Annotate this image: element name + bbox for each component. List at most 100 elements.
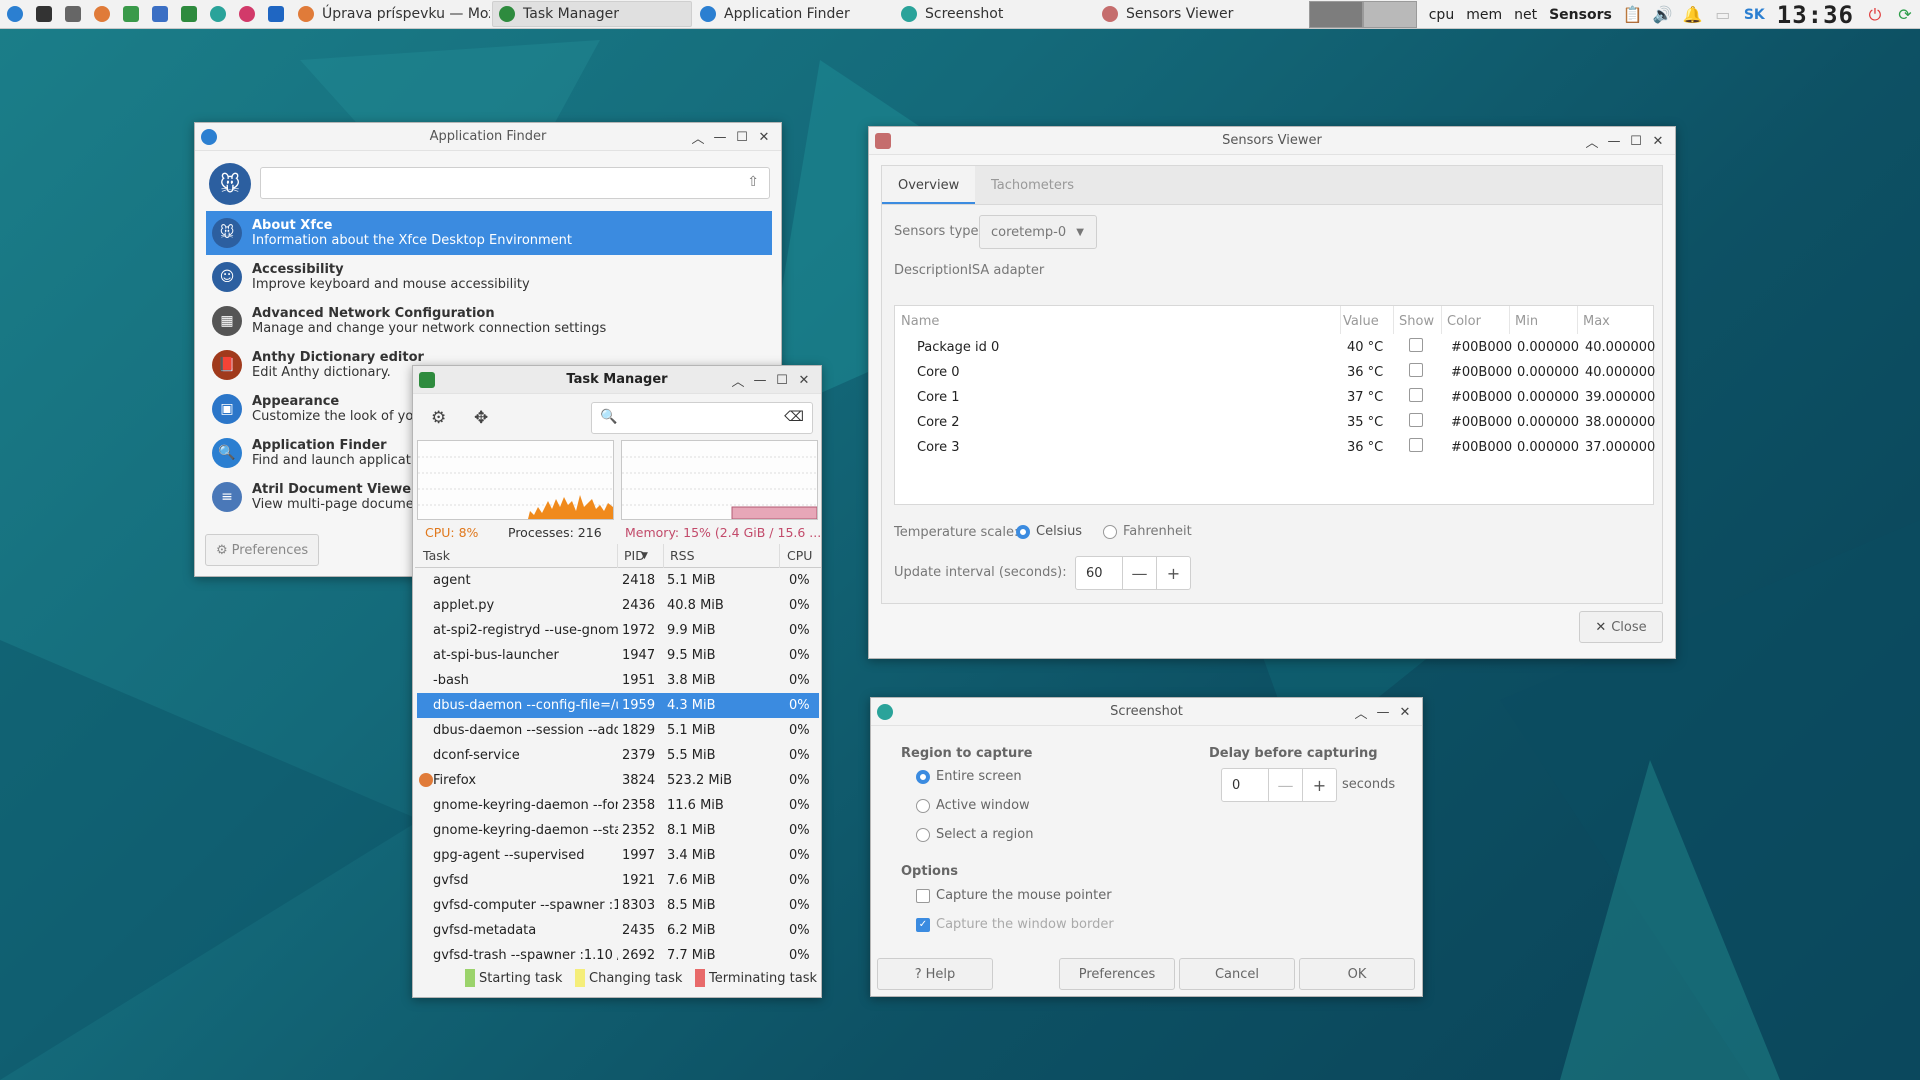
delay-spinner[interactable]: 0 — +: [1221, 768, 1337, 802]
table-row[interactable]: Core 0 36 °C #00B000 0.000000 40.000000: [895, 361, 1655, 386]
maximize-button[interactable]: ☐: [771, 370, 793, 390]
show-checkbox[interactable]: [1409, 338, 1423, 356]
record-launcher[interactable]: [235, 3, 259, 25]
terminal-launcher[interactable]: [32, 3, 56, 25]
update-icon[interactable]: ⟳: [1896, 5, 1914, 24]
task-manager-launcher[interactable]: [177, 3, 201, 25]
crosshair-icon[interactable]: ✥: [474, 408, 488, 428]
close-button[interactable]: ✕: [753, 127, 775, 147]
capture-border-indicator[interactable]: ✓: [916, 917, 930, 932]
table-row[interactable]: agent 2418 5.1 MiB 0%: [417, 568, 819, 593]
close-button[interactable]: ✕: [1394, 702, 1416, 722]
col-color-header[interactable]: Color: [1447, 314, 1481, 329]
taskmgr-titlebar[interactable]: Task Manager ︿ — ☐ ✕: [413, 366, 821, 394]
shade-button[interactable]: ︿: [1350, 702, 1372, 722]
mem-monitor-label[interactable]: mem: [1466, 7, 1502, 23]
close-button[interactable]: ✕: [793, 370, 815, 390]
show-checkbox[interactable]: [1409, 438, 1423, 456]
table-row[interactable]: Package id 0 40 °C #00B000 0.000000 40.00000…: [895, 336, 1655, 361]
table-row[interactable]: Firefox 3824 523.2 MiB 0%: [417, 768, 819, 793]
taskbar-window-button[interactable]: Úprava príspevku — Mozil...: [291, 1, 491, 27]
shade-button[interactable]: ︿: [687, 127, 709, 147]
help-button[interactable]: ? Help: [877, 958, 993, 990]
table-row[interactable]: Core 2 35 °C #00B000 0.000000 38.000000: [895, 411, 1655, 436]
col-value-header[interactable]: Value: [1343, 314, 1379, 329]
capture-border-checkbox[interactable]: ✓ Capture the window border: [916, 917, 1114, 932]
col-task-header[interactable]: Task: [423, 548, 450, 563]
show-checkbox-indicator[interactable]: [1409, 388, 1423, 402]
sensors-type-select[interactable]: coretemp-0 ▼: [979, 215, 1097, 249]
col-show-header[interactable]: Show: [1399, 314, 1434, 329]
taskbar-window-button[interactable]: Sensors Viewer: [1095, 1, 1295, 27]
table-row[interactable]: dconf-service 2379 5.5 MiB 0%: [417, 743, 819, 768]
minimize-button[interactable]: —: [1372, 702, 1394, 722]
col-min-header[interactable]: Min: [1515, 314, 1538, 329]
message-icon[interactable]: ▭: [1714, 5, 1732, 24]
col-rss-header[interactable]: RSS: [670, 548, 695, 563]
capture-pointer-indicator[interactable]: [916, 888, 930, 903]
task-search-input[interactable]: 🔍 ⌫: [591, 402, 813, 434]
show-checkbox[interactable]: [1409, 363, 1423, 381]
minimize-button[interactable]: —: [1603, 131, 1625, 151]
whisker-menu-launcher[interactable]: [3, 3, 27, 25]
table-row[interactable]: gvfsd 1921 7.6 MiB 0%: [417, 868, 819, 893]
fahrenheit-radio[interactable]: Fahrenheit: [1103, 524, 1192, 539]
table-row[interactable]: at-spi2-registryd --use-gnome-ses... 1972…: [417, 618, 819, 643]
volume-icon[interactable]: 🔊: [1653, 5, 1673, 24]
table-row[interactable]: gnome-keyring-daemon --start --f... 2352 8…: [417, 818, 819, 843]
taskbar-window-button[interactable]: Screenshot: [894, 1, 1094, 27]
minimize-button[interactable]: —: [709, 127, 731, 147]
workspace-2[interactable]: [1362, 1, 1417, 28]
appfinder-search-input[interactable]: ⇧: [260, 167, 770, 199]
celsius-radio-indicator[interactable]: [1016, 524, 1030, 539]
keyboard-layout-indicator[interactable]: SK: [1744, 7, 1765, 23]
increment-button[interactable]: +: [1156, 557, 1190, 589]
screenshot-titlebar[interactable]: Screenshot ︿ — ✕: [871, 698, 1422, 726]
entire-screen-indicator[interactable]: [916, 769, 930, 784]
update-interval-spinner[interactable]: 60 — +: [1075, 556, 1191, 590]
active-window-indicator[interactable]: [916, 798, 930, 813]
workspace-1[interactable]: [1308, 1, 1363, 28]
expand-arrow-icon[interactable]: ⇧: [747, 174, 759, 190]
show-checkbox-indicator[interactable]: [1409, 363, 1423, 377]
app-list-item[interactable]: ▦ Advanced Network Configuration Manage an…: [206, 299, 772, 343]
appfinder-titlebar[interactable]: Application Finder ︿ — ☐ ✕: [195, 123, 781, 151]
app-list-item[interactable]: ☺ Accessibility Improve keyboard and mouse…: [206, 255, 772, 299]
table-row[interactable]: Core 3 36 °C #00B000 0.000000 37.000000: [895, 436, 1655, 461]
select-region-indicator[interactable]: [916, 827, 930, 842]
preferences-button[interactable]: Preferences: [1059, 958, 1175, 990]
maximize-button[interactable]: ☐: [1625, 131, 1647, 151]
entire-screen-radio[interactable]: Entire screen: [916, 769, 1022, 784]
shade-button[interactable]: ︿: [1581, 131, 1603, 151]
table-row[interactable]: applet.py 2436 40.8 MiB 0%: [417, 593, 819, 618]
tab-overview[interactable]: Overview: [882, 166, 976, 205]
maximize-button[interactable]: ☐: [731, 127, 753, 147]
decrement-button[interactable]: —: [1268, 769, 1302, 801]
net-monitor-label[interactable]: net: [1514, 7, 1537, 23]
decrement-button[interactable]: —: [1122, 557, 1156, 589]
col-name-header[interactable]: Name: [901, 314, 939, 329]
table-row[interactable]: at-spi-bus-launcher 1947 9.5 MiB 0%: [417, 643, 819, 668]
ok-button[interactable]: OK: [1299, 958, 1415, 990]
table-row[interactable]: gvfsd-computer --spawner :1.10 /... 8303 8…: [417, 893, 819, 918]
show-checkbox[interactable]: [1409, 413, 1423, 431]
capture-pointer-checkbox[interactable]: Capture the mouse pointer: [916, 888, 1112, 903]
desktop-launcher[interactable]: [264, 3, 288, 25]
close-dialog-button[interactable]: ✕ Close: [1579, 611, 1663, 643]
table-row[interactable]: -bash 1951 3.8 MiB 0%: [417, 668, 819, 693]
workspace-switcher[interactable]: [1308, 1, 1417, 28]
show-checkbox[interactable]: [1409, 388, 1423, 406]
table-row[interactable]: gvfsd-metadata 2435 6.2 MiB 0%: [417, 918, 819, 943]
show-checkbox-indicator[interactable]: [1409, 438, 1423, 452]
table-row[interactable]: gpg-agent --supervised 1997 3.4 MiB 0%: [417, 843, 819, 868]
taskbar-window-button[interactable]: Task Manager: [492, 1, 692, 27]
clipboard-icon[interactable]: 📋: [1623, 5, 1643, 24]
update-interval-value[interactable]: 60: [1076, 557, 1122, 589]
celsius-radio[interactable]: Celsius: [1016, 524, 1082, 539]
cancel-button[interactable]: Cancel: [1179, 958, 1295, 990]
col-cpu-header[interactable]: CPU: [787, 548, 812, 563]
shade-button[interactable]: ︿: [727, 370, 749, 390]
power-icon[interactable]: ⏻: [1866, 5, 1884, 24]
col-pid-header[interactable]: PID: [624, 548, 645, 563]
sensors-titlebar[interactable]: Sensors Viewer ︿ — ☐ ✕: [869, 127, 1675, 155]
